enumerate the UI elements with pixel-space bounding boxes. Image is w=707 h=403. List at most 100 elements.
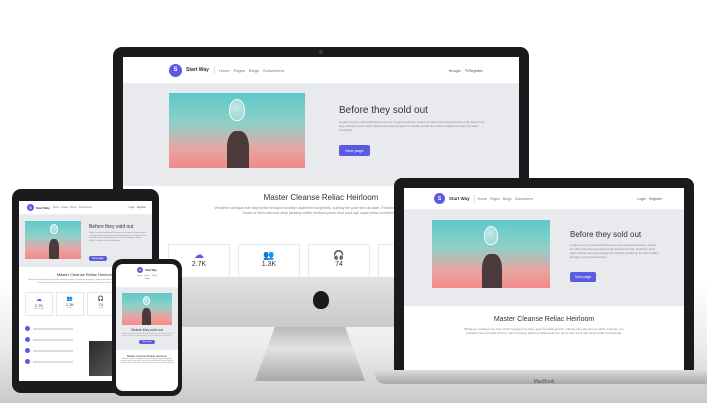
- logo-icon[interactable]: S: [434, 193, 445, 204]
- apple-logo-icon: [313, 291, 329, 309]
- device-mockup-scene: S Start Way Home Pages Blogs Subscribers…: [0, 0, 707, 403]
- stat-label-users: Users: [67, 307, 73, 310]
- hero-image: [122, 293, 172, 325]
- section-body: Whatever cardigan tote bag tumblr hexago…: [464, 327, 624, 336]
- users-icon: 👥: [263, 250, 275, 260]
- iphone-navbar: S Start Way Home Pages Blogs Login: [116, 264, 178, 288]
- register-link[interactable]: ✎Register: [465, 68, 483, 73]
- login-link[interactable]: Login: [116, 278, 178, 280]
- macbook: S Start Way Home Pages Blogs Subscribers…: [394, 178, 694, 370]
- brand-name[interactable]: Start Way: [186, 67, 209, 73]
- nav-blogs[interactable]: Blogs: [503, 197, 512, 201]
- stat-value-users: 1.3K: [261, 261, 277, 268]
- auth-links: Login Register: [637, 197, 662, 201]
- stat-card-files: 🎧 74 Files: [87, 292, 115, 317]
- section-title: Master Cleanse Reliac Heirloom: [493, 316, 595, 323]
- macbook-navbar: S Start Way Home Pages Blogs Subscribers…: [404, 188, 684, 210]
- list-bullet-icon: [25, 326, 30, 332]
- list-bullet-icon: [25, 348, 30, 354]
- nav-divider: [213, 66, 215, 74]
- macbook-hero: Before they sold out Copper mug try-hard…: [404, 210, 684, 306]
- stat-card-users: 👥 1.3K Users: [56, 292, 84, 317]
- brand-name[interactable]: Start Way: [145, 269, 156, 272]
- nav-subscribers[interactable]: Subscribers: [263, 68, 284, 73]
- logo-icon[interactable]: S: [169, 63, 182, 77]
- nav-pages[interactable]: Pages: [490, 197, 500, 201]
- headphones-icon: 🎧: [333, 250, 345, 260]
- iphone-screen: S Start Way Home Pages Blogs Login Befor…: [116, 264, 178, 391]
- hand-image: [49, 239, 59, 259]
- nav-blogs[interactable]: Blogs: [152, 275, 157, 277]
- lightbulb-icon: [50, 224, 58, 234]
- macbook-label: MacBook: [533, 379, 555, 385]
- brand-name[interactable]: Start Way: [36, 206, 50, 210]
- list-bullet-icon: [25, 337, 30, 343]
- register-link[interactable]: Register: [137, 206, 146, 209]
- hero-body: Copper mug try-hard pitchfork pour-over …: [121, 332, 173, 337]
- section-title: Master Cleanse Reliac Heirloom: [126, 354, 168, 358]
- view-page-button[interactable]: View page: [339, 145, 370, 157]
- view-page-button[interactable]: View page: [570, 272, 597, 283]
- stat-label-files: Files: [98, 307, 104, 310]
- nav-home[interactable]: Home: [53, 206, 60, 209]
- auth-links: Login Register: [129, 206, 146, 209]
- logo-icon[interactable]: S: [137, 267, 144, 273]
- hero-image: [169, 93, 305, 168]
- hero-text: Before they sold out Copper mug try-hard…: [570, 220, 660, 306]
- nav-subscribers[interactable]: Subscribers: [515, 197, 533, 201]
- nav-menu: Home Pages Blogs: [116, 275, 178, 277]
- section-body: Whatever cardigan tote bag tumblr hexago…: [120, 359, 174, 365]
- login-link[interactable]: Login: [129, 206, 135, 209]
- stat-value-files: 74: [335, 261, 343, 268]
- nav-pages[interactable]: Pages: [234, 68, 245, 73]
- nav-blogs[interactable]: Blogs: [249, 68, 259, 73]
- view-page-button[interactable]: View page: [89, 255, 107, 261]
- register-link[interactable]: Register: [649, 197, 662, 201]
- logo-icon[interactable]: S: [27, 204, 34, 211]
- macbook-base: MacBook: [375, 370, 707, 385]
- macbook-section: Master Cleanse Reliac Heirloom Whatever …: [404, 306, 684, 335]
- nav-home[interactable]: Home: [137, 275, 142, 277]
- stat-card-users: 👥 1.3K: [238, 244, 300, 277]
- macbook-screen: S Start Way Home Pages Blogs Subscribers…: [404, 188, 684, 370]
- nav-menu: Home Pages Blogs Subscribers: [219, 68, 284, 73]
- stat-card-files: 🎧 74: [308, 244, 370, 277]
- lightbulb-icon: [143, 296, 150, 305]
- hand-image: [227, 131, 249, 168]
- hero-body: Copper mug try-hard pitchfork pour-over …: [339, 120, 485, 133]
- cloud-upload-icon: ☁: [194, 250, 204, 261]
- hero-body: Copper mug try-hard pitchfork pour-over …: [89, 232, 147, 243]
- stat-card-downloads: ☁ 2.7K Downloads: [25, 292, 53, 317]
- auth-links: ⇥Login ✎Register: [448, 68, 483, 73]
- iphone-section: Master Cleanse Reliac Heirloom Whatever …: [116, 350, 178, 365]
- nav-home[interactable]: Home: [478, 197, 487, 201]
- cloud-upload-icon: ☁: [36, 297, 42, 304]
- iphone-brand-row: S Start Way: [116, 267, 178, 273]
- lightbulb-icon: [229, 99, 245, 121]
- login-link[interactable]: ⇥Login: [448, 68, 461, 73]
- nav-divider: [473, 195, 475, 202]
- login-link[interactable]: Login: [637, 197, 646, 201]
- brand-name[interactable]: Start Way: [449, 196, 470, 201]
- nav-subscribers[interactable]: Subscribers: [79, 206, 92, 209]
- hand-image: [482, 254, 502, 288]
- hero-image: [432, 220, 550, 288]
- nav-menu: Home Pages Blogs Subscribers: [478, 197, 534, 201]
- imac-navbar: S Start Way Home Pages Blogs Subscribers…: [123, 57, 519, 84]
- login-label: Login: [450, 67, 461, 73]
- nav-blogs[interactable]: Blogs: [71, 206, 77, 209]
- placeholder-line: [33, 349, 73, 352]
- list-bullet-icon: [25, 359, 30, 365]
- placeholder-line: [33, 360, 73, 363]
- nav-pages[interactable]: Pages: [61, 206, 68, 209]
- iphone-hero: Before they sold out Copper mug try-hard…: [116, 288, 178, 350]
- register-label: Register: [468, 67, 483, 73]
- ipad-navbar: S Start Way Home Pages Blogs Subscribers…: [19, 201, 152, 215]
- hand-image: [142, 308, 151, 325]
- nav-home[interactable]: Home: [219, 68, 230, 73]
- view-page-button[interactable]: View page: [139, 339, 155, 344]
- nav-pages[interactable]: Pages: [144, 275, 150, 277]
- iphone: S Start Way Home Pages Blogs Login Befor…: [112, 259, 182, 396]
- lightbulb-icon: [484, 226, 498, 245]
- placeholder-line: [33, 338, 73, 341]
